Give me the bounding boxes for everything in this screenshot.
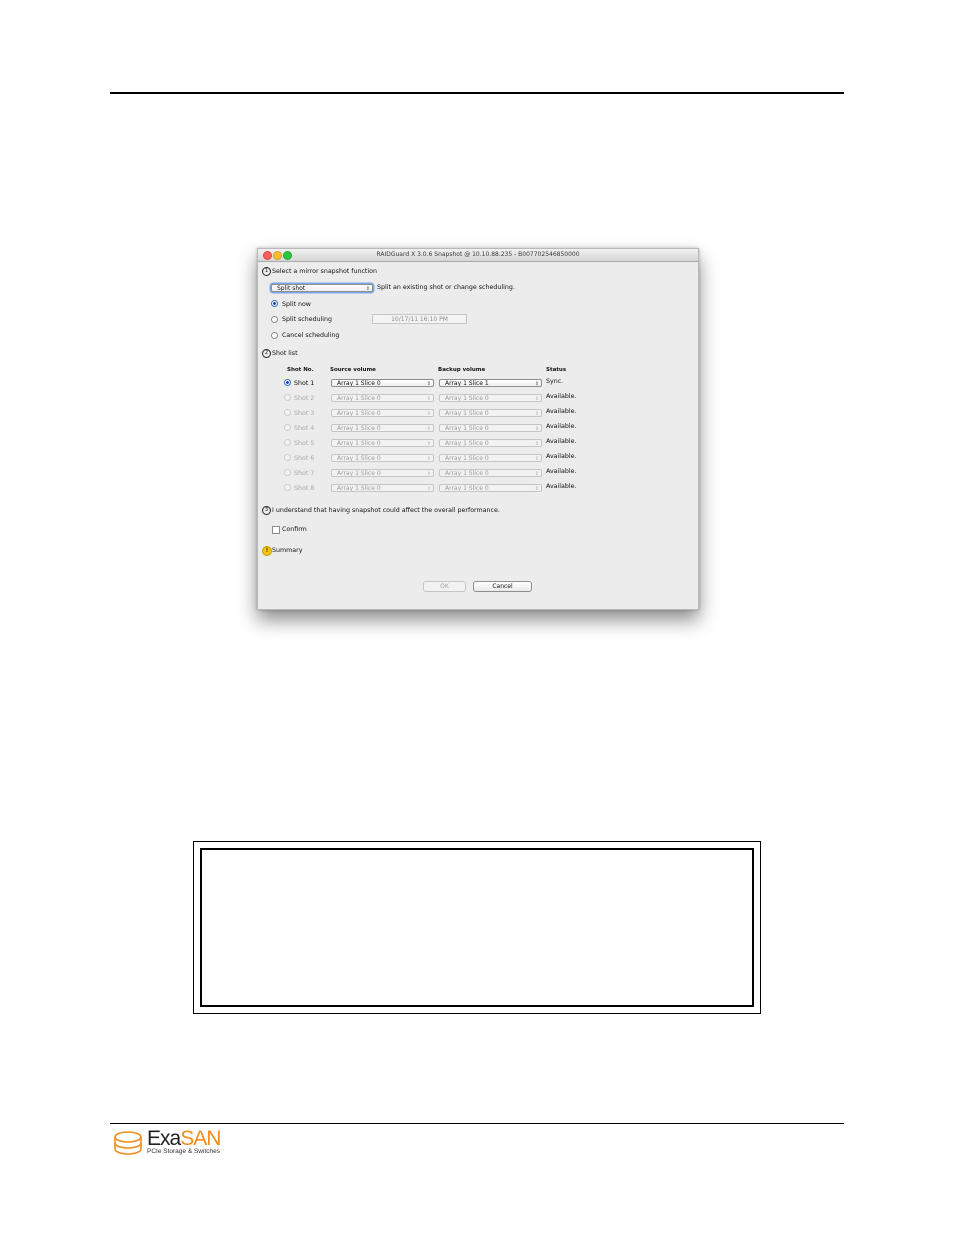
shot-label: Shot 7	[294, 470, 315, 477]
step-3-icon: 3	[262, 506, 271, 515]
shot-status: Available.	[546, 408, 577, 415]
backup-volume-select[interactable]: Array 1 Slice 0 ⇕	[439, 424, 542, 432]
source-volume-select[interactable]: Array 1 Slice 0 ⇕	[331, 409, 434, 417]
shot-radio[interactable]	[284, 484, 291, 491]
shot-radio[interactable]	[284, 454, 291, 461]
source-volume-select[interactable]: Array 1 Slice 0 ⇕	[331, 439, 434, 447]
shot-label: Shot 1	[294, 380, 315, 387]
shot-status: Available.	[546, 423, 577, 430]
note-box	[200, 848, 754, 1007]
shot-label: Shot 4	[294, 425, 315, 432]
select-arrows-icon: ⇕	[534, 441, 539, 447]
shot-label: Shot 6	[294, 455, 315, 462]
select-arrows-icon: ⇕	[534, 486, 539, 492]
column-header-source: Source volume	[330, 367, 376, 373]
shot-radio[interactable]	[284, 424, 291, 431]
step-2-icon: 2	[262, 349, 271, 358]
select-arrows-icon: ⇕	[426, 441, 431, 447]
title-bar[interactable]: RAIDGuard X 3.0.6 Snapshot @ 10.10.88.23…	[258, 249, 698, 262]
select-arrows-icon: ⇕	[534, 456, 539, 462]
step-1-label: Select a mirror snapshot function	[272, 268, 377, 275]
select-arrows-icon: ⇕	[365, 286, 370, 292]
select-arrows-icon: ⇕	[534, 411, 539, 417]
source-volume-select[interactable]: Array 1 Slice 0 ⇕	[331, 379, 434, 387]
shot-status: Sync.	[546, 378, 564, 385]
shot-status: Available.	[546, 468, 577, 475]
backup-volume-select[interactable]: Array 1 Slice 0 ⇕	[439, 469, 542, 477]
shot-status: Available.	[546, 453, 577, 460]
exasan-logo: ExaSAN PCIe Storage & Switches	[113, 1127, 228, 1159]
shot-status: Available.	[546, 438, 577, 445]
step-1-icon: 1	[262, 267, 271, 276]
function-select[interactable]: Split shot ⇕	[271, 284, 373, 292]
column-header-shot: Shot No.	[287, 367, 314, 373]
split-scheduling-label: Split scheduling	[282, 316, 333, 323]
shot-radio[interactable]	[284, 394, 291, 401]
select-arrows-icon: ⇕	[426, 411, 431, 417]
select-arrows-icon: ⇕	[426, 486, 431, 492]
disk-stack-icon	[114, 1131, 142, 1155]
select-arrows-icon: ⇕	[534, 381, 539, 387]
step-3-label: I understand that having snapshot could …	[272, 507, 500, 514]
source-volume-select[interactable]: Array 1 Slice 0 ⇕	[331, 469, 434, 477]
select-arrows-icon: ⇕	[534, 396, 539, 402]
source-volume-select[interactable]: Array 1 Slice 0 ⇕	[331, 424, 434, 432]
shot-label: Shot 3	[294, 410, 315, 417]
select-arrows-icon: ⇕	[426, 381, 431, 387]
snapshot-dialog: RAIDGuard X 3.0.6 Snapshot @ 10.10.88.23…	[257, 248, 699, 610]
select-arrows-icon: ⇕	[426, 396, 431, 402]
column-header-backup: Backup volume	[438, 367, 486, 373]
backup-volume-select[interactable]: Array 1 Slice 0 ⇕	[439, 409, 542, 417]
select-arrows-icon: ⇕	[426, 471, 431, 477]
step-2-label: Shot list	[272, 350, 298, 357]
shot-radio[interactable]	[284, 379, 291, 386]
select-arrows-icon: ⇕	[534, 471, 539, 477]
backup-volume-select[interactable]: Array 1 Slice 0 ⇕	[439, 484, 542, 492]
shot-radio[interactable]	[284, 439, 291, 446]
split-scheduling-radio[interactable]	[271, 316, 278, 323]
split-now-label: Split now	[282, 301, 311, 308]
backup-volume-select[interactable]: Array 1 Slice 0 ⇕	[439, 394, 542, 402]
cancel-button[interactable]: Cancel	[473, 581, 532, 592]
shot-label: Shot 2	[294, 395, 315, 402]
backup-volume-select[interactable]: Array 1 Slice 1 ⇕	[439, 379, 542, 387]
source-volume-select[interactable]: Array 1 Slice 0 ⇕	[331, 394, 434, 402]
shot-label: Shot 5	[294, 440, 315, 447]
summary-label: Summary	[272, 547, 303, 554]
header-rule	[110, 92, 844, 94]
source-volume-select[interactable]: Array 1 Slice 0 ⇕	[331, 454, 434, 462]
schedule-datetime-field[interactable]: 10/17/11 16:10 PM	[372, 314, 467, 324]
logo-wordmark: ExaSAN	[147, 1127, 221, 1150]
shot-status: Available.	[546, 483, 577, 490]
window-title: RAIDGuard X 3.0.6 Snapshot @ 10.10.88.23…	[376, 251, 580, 258]
cancel-scheduling-radio[interactable]	[271, 332, 278, 339]
source-volume-select[interactable]: Array 1 Slice 0 ⇕	[331, 484, 434, 492]
split-now-radio[interactable]	[271, 300, 278, 307]
select-arrows-icon: ⇕	[426, 426, 431, 432]
logo-tagline: PCIe Storage & Switches	[147, 1148, 220, 1155]
cancel-scheduling-label: Cancel scheduling	[282, 332, 340, 339]
confirm-checkbox[interactable]	[272, 526, 280, 534]
shot-label: Shot 8	[294, 485, 315, 492]
shot-status: Available.	[546, 393, 577, 400]
confirm-label: Confirm	[282, 526, 307, 533]
shot-radio[interactable]	[284, 469, 291, 476]
backup-volume-select[interactable]: Array 1 Slice 0 ⇕	[439, 454, 542, 462]
shot-radio[interactable]	[284, 409, 291, 416]
column-header-status: Status	[546, 367, 567, 373]
warning-icon: !	[262, 546, 272, 556]
footer-rule	[110, 1123, 844, 1124]
ok-button[interactable]: OK	[423, 581, 466, 592]
select-arrows-icon: ⇕	[534, 426, 539, 432]
function-description: Split an existing shot or change schedul…	[377, 284, 515, 291]
select-arrows-icon: ⇕	[426, 456, 431, 462]
backup-volume-select[interactable]: Array 1 Slice 0 ⇕	[439, 439, 542, 447]
